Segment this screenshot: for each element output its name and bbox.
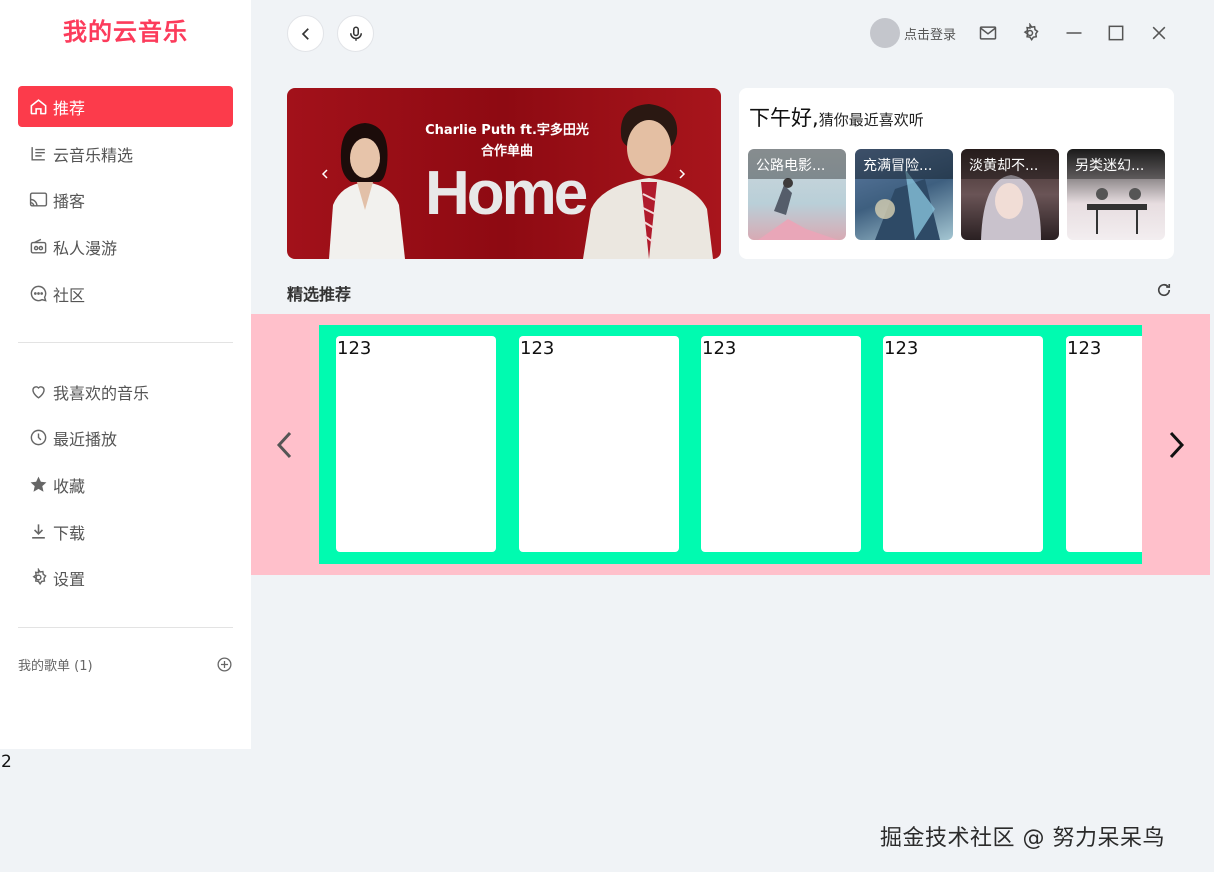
chevron-left-icon: [301, 27, 309, 40]
sidebar-item-collection[interactable]: 收藏: [18, 464, 233, 505]
mail-button[interactable]: [977, 22, 999, 44]
sidebar-item-label: 云音乐精选: [53, 145, 134, 165]
maximize-icon: [1108, 25, 1124, 41]
radio-icon: [28, 237, 48, 257]
sidebar-divider: [18, 627, 233, 628]
banner-prev-button[interactable]: [311, 160, 339, 188]
sidebar-divider: [18, 342, 233, 343]
chat-icon: [28, 284, 48, 304]
sidebar-item-download[interactable]: 下载: [18, 511, 233, 552]
sidebar: 我的云音乐 推荐 云音乐精选 播客 私人漫游 社区 我喜欢的音乐 最近播放 收藏…: [0, 0, 251, 749]
sidebar-item-label: 我喜欢的音乐: [53, 383, 150, 403]
back-button[interactable]: [287, 15, 324, 52]
list-icon: [28, 144, 48, 164]
artist-photo-left: [329, 123, 405, 259]
banner-title: Home: [425, 159, 588, 228]
close-icon: [1152, 26, 1166, 40]
card-text: 123: [337, 338, 372, 359]
gear-icon: [1023, 23, 1039, 42]
guess-item-label: 另类迷幻...: [1067, 149, 1165, 179]
sidebar-item-label: 设置: [53, 569, 86, 589]
card-text: 123: [702, 338, 737, 359]
carousel-card[interactable]: 123: [1066, 336, 1142, 552]
guess-item-label: 淡黄却不...: [961, 149, 1059, 179]
mail-icon: [979, 26, 997, 40]
login-link[interactable]: 点击登录: [904, 24, 956, 43]
sidebar-item-label: 社区: [53, 285, 86, 305]
gear-icon: [28, 568, 48, 588]
heart-icon: [28, 382, 48, 402]
sidebar-item-label: 播客: [53, 191, 86, 211]
sidebar-item-label: 收藏: [53, 476, 86, 496]
minimize-button[interactable]: [1063, 22, 1085, 44]
carousel-card[interactable]: 123: [701, 336, 861, 552]
banner-next-button[interactable]: [668, 160, 696, 188]
card-text: 123: [520, 338, 555, 359]
sidebar-item-recommend[interactable]: 推荐: [18, 86, 233, 127]
chevron-left-icon: [321, 169, 328, 179]
my-playlists-header: 我的歌单 (1): [18, 653, 233, 675]
sidebar-item-featured[interactable]: 云音乐精选: [18, 133, 233, 174]
sidebar-item-community[interactable]: 社区: [18, 273, 233, 314]
greeting-subtitle: 猜你最近喜欢听: [818, 111, 924, 129]
greeting-card: 下午好,猜你最近喜欢听 公路电影... 充满冒险... 淡黄却不... 另类迷幻…: [739, 88, 1174, 259]
banner-subtitle-line1: Charlie Puth ft.宇多田光: [425, 123, 589, 138]
card-text: 123: [1067, 338, 1102, 359]
watermark: 掘金技术社区 @ 努力呆呆鸟: [880, 826, 1165, 851]
avatar[interactable]: [870, 18, 900, 48]
card-text: 123: [884, 338, 919, 359]
microphone-icon: [349, 26, 362, 41]
sidebar-item-roaming[interactable]: 私人漫游: [18, 226, 233, 267]
greeting-title: 下午好,猜你最近喜欢听: [749, 102, 924, 132]
section-title: 精选推荐: [287, 285, 352, 304]
cast-icon: [28, 190, 48, 210]
carousel-card[interactable]: 123: [336, 336, 496, 552]
chevron-right-icon: [1169, 431, 1185, 459]
carousel-track: 123 123 123 123 123: [319, 325, 1142, 564]
guess-item[interactable]: 另类迷幻...: [1067, 149, 1165, 240]
guess-item-label: 充满冒险...: [855, 149, 953, 179]
close-button[interactable]: [1148, 22, 1170, 44]
stray-text: 2: [1, 752, 12, 772]
app-brand: 我的云音乐: [63, 18, 188, 46]
minimize-icon: [1066, 32, 1082, 34]
guess-item[interactable]: 公路电影...: [748, 149, 846, 240]
promo-banner[interactable]: Charlie Puth ft.宇多田光 合作单曲 Home: [287, 88, 721, 259]
star-icon: [28, 475, 48, 495]
carousel-prev-button[interactable]: [270, 427, 300, 463]
guess-item[interactable]: 淡黄却不...: [961, 149, 1059, 240]
sidebar-item-label: 最近播放: [53, 429, 118, 449]
add-playlist-icon[interactable]: [216, 656, 233, 673]
sidebar-item-label: 推荐: [53, 98, 86, 118]
home-icon: [28, 97, 48, 117]
guess-item[interactable]: 充满冒险...: [855, 149, 953, 240]
banner-subtitle: Charlie Puth ft.宇多田光 合作单曲: [407, 120, 607, 162]
sidebar-item-liked[interactable]: 我喜欢的音乐: [18, 371, 233, 412]
chevron-right-icon: [679, 169, 686, 179]
greeting-heading: 下午好,: [749, 106, 819, 130]
clock-icon: [28, 428, 48, 448]
maximize-button[interactable]: [1105, 22, 1127, 44]
sidebar-item-settings[interactable]: 设置: [18, 557, 233, 598]
carousel-next-button[interactable]: [1161, 427, 1191, 463]
voice-search-button[interactable]: [337, 15, 374, 52]
sidebar-item-label: 下载: [53, 523, 86, 543]
settings-button[interactable]: [1019, 22, 1041, 44]
sidebar-item-podcast[interactable]: 播客: [18, 179, 233, 220]
my-playlists-label[interactable]: 我的歌单 (1): [18, 655, 93, 674]
carousel-card[interactable]: 123: [519, 336, 679, 552]
sidebar-item-recent[interactable]: 最近播放: [18, 417, 233, 458]
download-icon: [28, 522, 48, 542]
chevron-left-icon: [276, 431, 292, 459]
sidebar-item-label: 私人漫游: [53, 238, 118, 258]
refresh-icon[interactable]: [1155, 281, 1173, 299]
carousel-card[interactable]: 123: [883, 336, 1043, 552]
guess-item-label: 公路电影...: [748, 149, 846, 179]
